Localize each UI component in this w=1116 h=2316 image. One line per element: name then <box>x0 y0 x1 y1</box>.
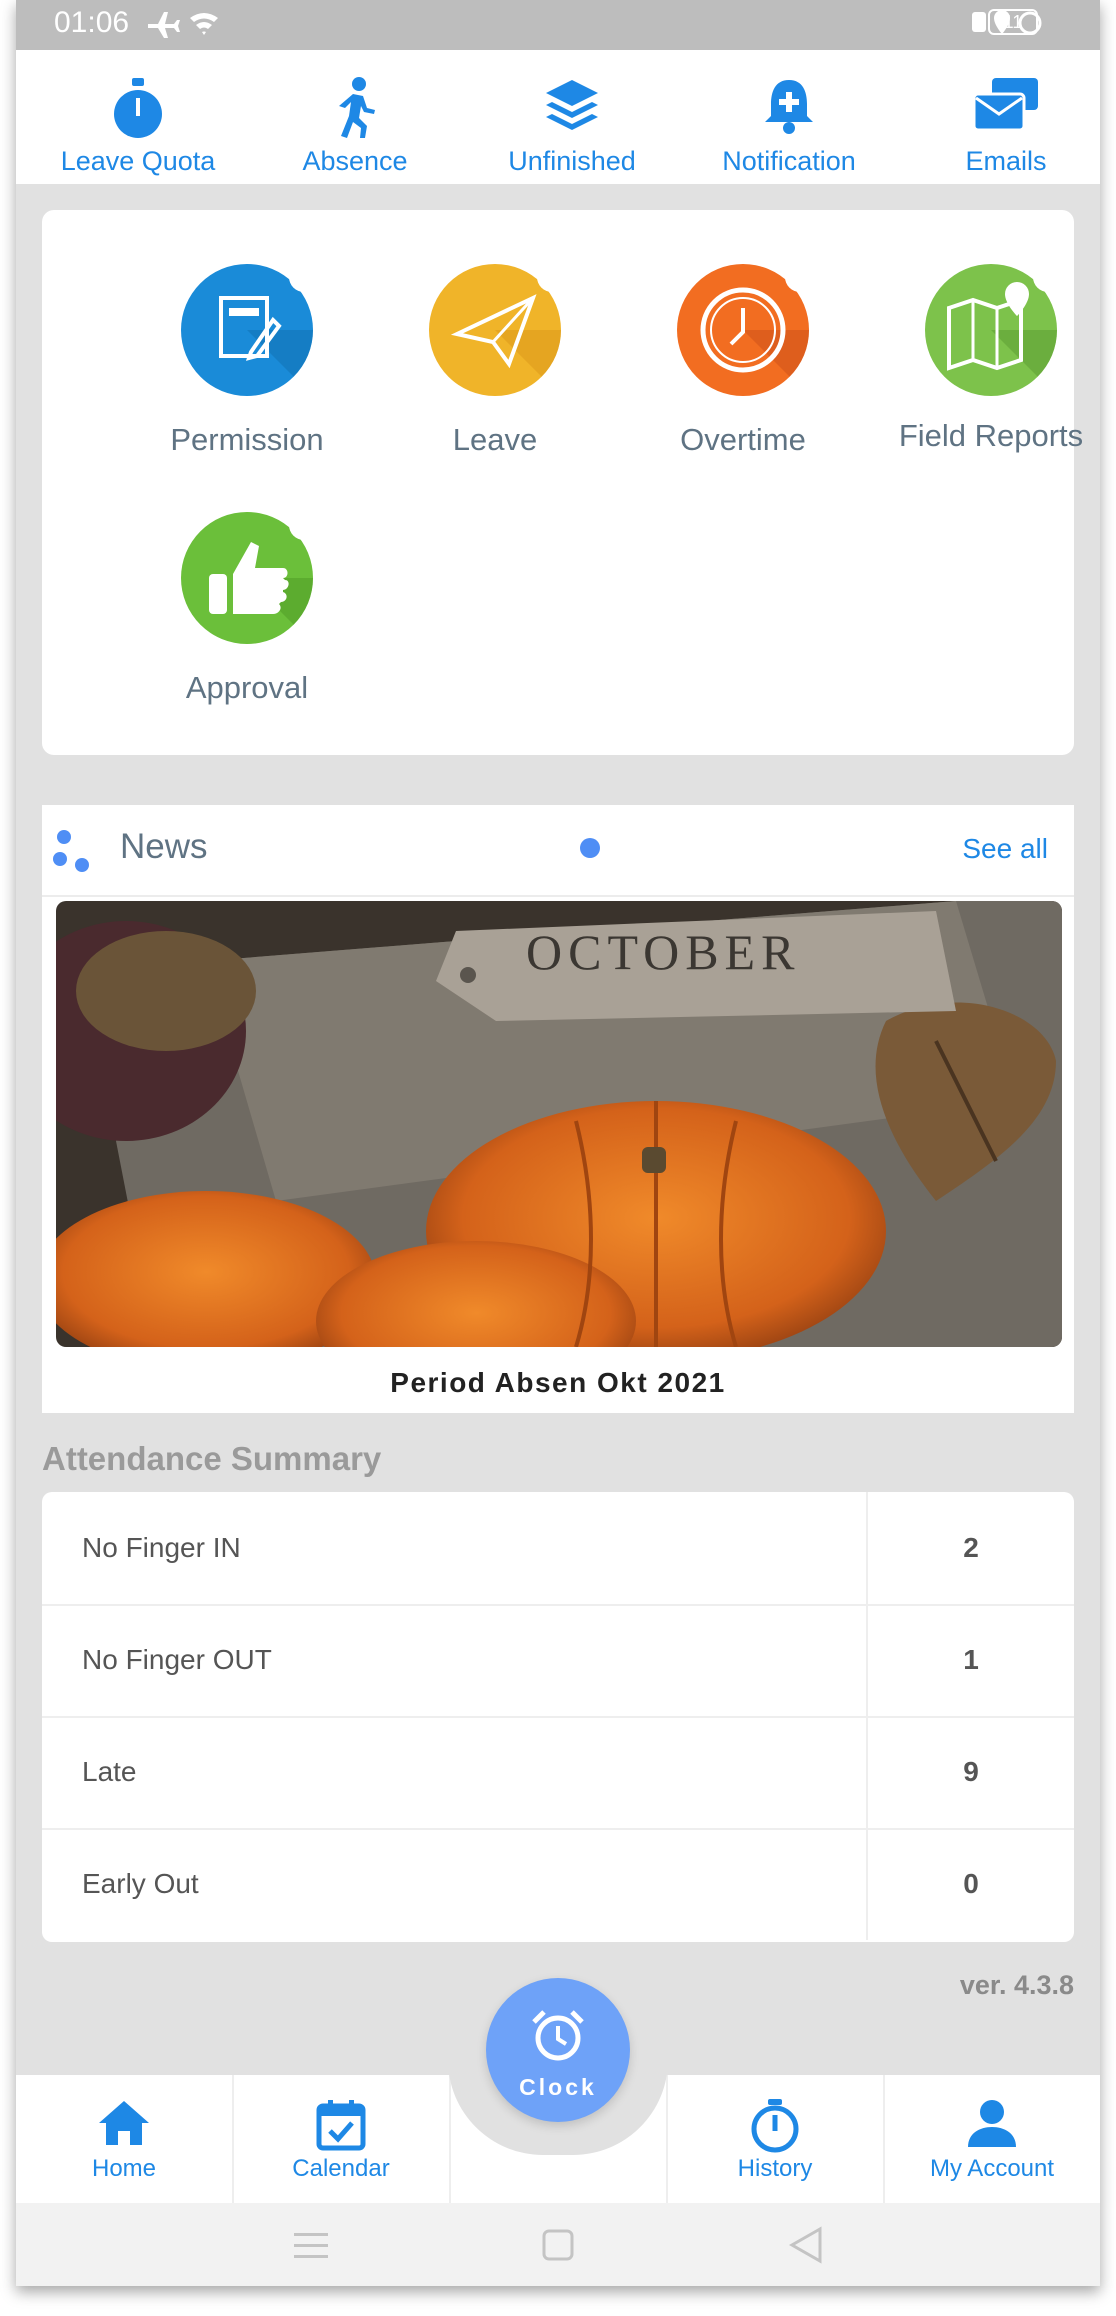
wifi-icon <box>190 13 218 35</box>
stopwatch-icon <box>114 78 162 138</box>
news-image[interactable]: OCTOBER <box>56 901 1062 1347</box>
back-triangle-icon[interactable] <box>786 2225 826 2265</box>
nav-history[interactable]: History <box>667 2075 885 2203</box>
envelopes-icon <box>972 78 1038 132</box>
nav-calendar[interactable]: Calendar <box>233 2075 451 2203</box>
indicator-dot <box>537 262 567 292</box>
system-navigation-bar <box>16 2203 1100 2286</box>
news-image-text: OCTOBER <box>526 924 800 980</box>
news-caption: Period Absen Okt 2021 <box>390 1367 726 1398</box>
summary-row[interactable]: No Finger IN 2 <box>42 1492 1074 1606</box>
alarm-clock-icon <box>532 2010 584 2061</box>
shortcut-leave-quota[interactable]: Leave Quota <box>38 50 238 184</box>
attendance-summary-table: No Finger IN 2 No Finger OUT 1 Late 9 Ea… <box>42 1492 1074 1942</box>
menu-icon[interactable] <box>292 2227 332 2263</box>
shortcut-notification[interactable]: Notification <box>689 50 889 184</box>
person-icon <box>968 2100 1016 2147</box>
shortcut-unfinished[interactable]: Unfinished <box>472 50 672 184</box>
summary-row[interactable]: Late 9 <box>42 1716 1074 1830</box>
summary-row[interactable]: Early Out 0 <box>42 1828 1074 1940</box>
carousel-indicator[interactable] <box>580 838 600 858</box>
summary-row[interactable]: No Finger OUT 1 <box>42 1604 1074 1718</box>
news-header: News See all <box>42 805 1074 897</box>
news-title: News <box>120 827 208 866</box>
walking-person-icon <box>339 77 375 138</box>
shortcut-absence[interactable]: Absence <box>255 50 455 184</box>
home-icon <box>99 2101 149 2145</box>
status-time: 01:06 <box>54 6 130 39</box>
status-bar: 01:06 11 <box>16 0 1100 50</box>
feature-permission[interactable]: Permission <box>132 262 362 464</box>
indicator-dot <box>289 262 319 292</box>
news-card: News See all OCTOBER Period Absen Okt 20… <box>42 805 1074 1413</box>
nav-my-account[interactable]: My Account <box>884 2075 1100 2203</box>
nav-home[interactable]: Home <box>16 2075 234 2203</box>
battery-icon: 11 <box>988 9 1038 35</box>
vibrate-icon <box>972 12 986 32</box>
airplane-icon <box>148 12 180 38</box>
see-all-link[interactable]: See all <box>962 833 1048 865</box>
bell-plus-icon <box>765 80 813 134</box>
layers-icon <box>546 80 598 130</box>
features-card: Permission Leave Overtime Field Reports … <box>42 210 1083 755</box>
stopwatch-icon <box>751 2099 799 2153</box>
phone-screen: 01:06 11 Leave Quota Absence Unfinished … <box>16 0 1100 2286</box>
attendance-summary-title: Attendance Summary <box>42 1440 382 1477</box>
indicator-dot <box>289 510 319 540</box>
feature-field-reports[interactable]: Field Reports <box>876 262 1100 464</box>
top-shortcut-bar: Leave Quota Absence Unfinished Notificat… <box>16 50 1100 184</box>
feature-leave[interactable]: Leave <box>380 262 610 464</box>
calendar-icon <box>316 2100 366 2151</box>
airplane-wifi-icons <box>144 6 224 45</box>
version-label: ver. 4.3.8 <box>959 1970 1074 2000</box>
dots-icon <box>53 830 89 872</box>
home-square-icon[interactable] <box>540 2227 576 2263</box>
clock-button[interactable]: Clock <box>486 1978 630 2122</box>
feature-approval[interactable]: Approval <box>132 510 362 712</box>
shortcut-emails[interactable]: Emails <box>906 50 1100 184</box>
feature-overtime[interactable]: Overtime <box>628 262 858 464</box>
indicator-dot <box>785 262 815 292</box>
indicator-dot <box>1033 262 1063 292</box>
